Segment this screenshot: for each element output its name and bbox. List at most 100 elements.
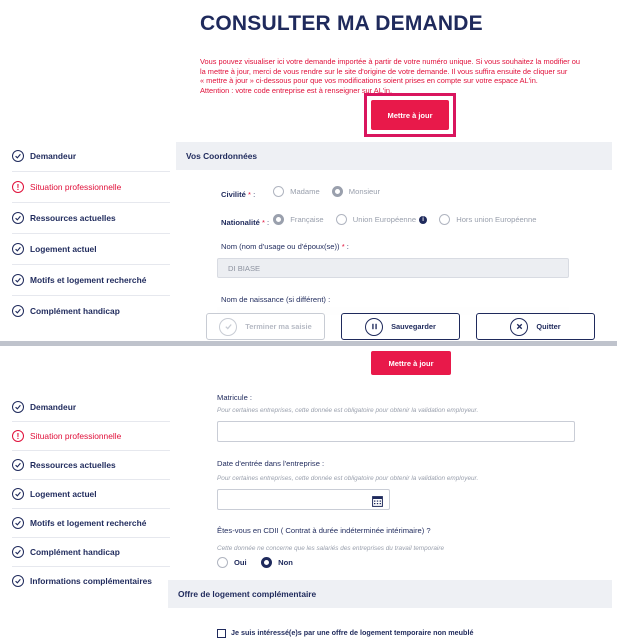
sidebar-item-ressources[interactable]: Ressources actuelles bbox=[12, 210, 170, 226]
radio-madame[interactable]: Madame bbox=[273, 186, 320, 197]
check-icon bbox=[12, 305, 24, 317]
matricule-input[interactable] bbox=[217, 421, 575, 442]
section-title: Offre de logement complémentaire bbox=[178, 589, 317, 599]
divider bbox=[12, 479, 170, 480]
nationalite-label: Nationalité bbox=[221, 218, 260, 227]
radio-union-europeenne[interactable]: Union Européenne i bbox=[335, 214, 428, 225]
checkbox-row[interactable]: Je suis intéressé(e)s par une offre de l… bbox=[217, 628, 473, 638]
check-icon bbox=[219, 317, 238, 336]
sidebar-item-informations[interactable]: Informations complémentaires bbox=[12, 574, 170, 588]
sidebar-item-handicap[interactable]: Complément handicap bbox=[12, 303, 170, 319]
divider bbox=[12, 537, 170, 538]
check-icon bbox=[12, 212, 24, 224]
nom-label: Nom (nom d'usage ou d'époux(se)) bbox=[221, 242, 340, 251]
radio-dot bbox=[273, 186, 285, 197]
sidebar-item-label: Motifs et logement recherché bbox=[30, 275, 147, 285]
sidebar-item-logement[interactable]: Logement actuel bbox=[12, 241, 170, 257]
civilite-label: Civilité bbox=[221, 190, 246, 199]
date-input[interactable] bbox=[217, 489, 390, 510]
alert-icon: ! bbox=[12, 430, 24, 442]
divider bbox=[12, 450, 170, 451]
cdii-radios: Oui Non bbox=[217, 555, 303, 573]
radio-dot bbox=[261, 557, 273, 568]
update-button-highlight: Mettre à jour bbox=[364, 93, 456, 137]
screenshot-divider bbox=[0, 341, 617, 346]
divider bbox=[12, 171, 170, 172]
check-icon bbox=[12, 243, 24, 255]
quitter-label: Quitter bbox=[536, 322, 561, 331]
sidebar-item-motifs[interactable]: Motifs et logement recherché bbox=[12, 272, 170, 288]
terminer-button[interactable]: Terminer ma saisie bbox=[206, 313, 325, 340]
intro-line: la mettre à jour, merci de vous rendre s… bbox=[200, 66, 568, 76]
info-icon[interactable]: i bbox=[419, 215, 428, 224]
calendar-icon[interactable] bbox=[372, 494, 383, 512]
intro-text: Vous pouvez visualiser ici votre demande… bbox=[200, 57, 612, 95]
sauvegarder-label: Sauvegarder bbox=[391, 322, 436, 331]
check-icon bbox=[12, 274, 24, 286]
pause-icon bbox=[365, 317, 384, 336]
sidebar-item-label: Logement actuel bbox=[30, 489, 97, 499]
section-coordonnees: Vos Coordonnées bbox=[176, 142, 612, 170]
check-icon bbox=[12, 150, 24, 162]
sidebar-item-label: Situation professionnelle bbox=[30, 431, 122, 441]
checkbox-label: Je suis intéressé(e)s par une offre de l… bbox=[231, 628, 474, 637]
divider bbox=[12, 264, 170, 265]
sidebar-item-situation[interactable]: ! Situation professionnelle bbox=[12, 429, 170, 443]
check-icon bbox=[12, 575, 24, 587]
divider bbox=[12, 233, 170, 234]
alert-icon: ! bbox=[12, 181, 24, 193]
radio-non[interactable]: Non bbox=[261, 557, 293, 568]
date-hint: Pour certaines entreprises, cette donnée… bbox=[217, 475, 479, 482]
sidebar-item-label: Logement actuel bbox=[30, 244, 97, 254]
check-icon bbox=[12, 517, 24, 529]
sidebar-item-label: Complément handicap bbox=[30, 306, 120, 316]
sidebar-item-label: Ressources actuelles bbox=[30, 460, 116, 470]
close-icon bbox=[510, 317, 529, 336]
sidebar-item-handicap[interactable]: Complément handicap bbox=[12, 545, 170, 559]
sidebar-bottom: Demandeur ! Situation professionnelle Re… bbox=[12, 400, 170, 588]
sidebar-item-ressources[interactable]: Ressources actuelles bbox=[12, 458, 170, 472]
radio-label: Oui bbox=[234, 558, 247, 567]
radio-hors-union[interactable]: Hors union Européenne bbox=[439, 214, 536, 225]
naissance-label: Nom de naissance (si différent) : bbox=[221, 295, 331, 304]
sidebar-item-label: Demandeur bbox=[30, 151, 77, 161]
radio-label: Union Européenne bbox=[352, 215, 417, 224]
sidebar-item-demandeur[interactable]: Demandeur bbox=[12, 148, 170, 164]
nom-field[interactable]: DI BIASE bbox=[217, 258, 569, 278]
intro-line: « mettre à jour » ci-dessous pour que vo… bbox=[200, 76, 538, 86]
nationalite-row: Nationalité * : Française Union Européen… bbox=[221, 214, 537, 227]
radio-dot bbox=[439, 214, 451, 225]
update-button[interactable]: Mettre à jour bbox=[371, 100, 449, 130]
sidebar-item-label: Informations complémentaires bbox=[30, 576, 152, 586]
date-label: Date d'entrée dans l'entreprise : bbox=[217, 459, 325, 468]
radio-francaise[interactable]: Française bbox=[273, 214, 324, 225]
terminer-label: Terminer ma saisie bbox=[245, 322, 312, 331]
sidebar-top: Demandeur ! Situation professionnelle Re… bbox=[12, 148, 170, 319]
divider bbox=[12, 295, 170, 296]
radio-dot bbox=[335, 214, 347, 225]
sidebar-item-label: Complément handicap bbox=[30, 547, 120, 557]
radio-dot bbox=[217, 557, 228, 568]
nom-label-row: Nom (nom d'usage ou d'époux(se)) * : bbox=[221, 242, 349, 251]
sauvegarder-button[interactable]: Sauvegarder bbox=[341, 313, 460, 340]
cdii-label: Êtes-vous en CDII ( Contrat à durée indé… bbox=[217, 526, 431, 535]
quitter-button[interactable]: Quitter bbox=[476, 313, 595, 340]
radio-oui[interactable]: Oui bbox=[217, 557, 247, 568]
sidebar-item-demandeur[interactable]: Demandeur bbox=[12, 400, 170, 414]
radio-label: Non bbox=[278, 558, 293, 567]
sidebar-item-motifs[interactable]: Motifs et logement recherché bbox=[12, 516, 170, 530]
sidebar-item-label: Motifs et logement recherché bbox=[30, 518, 147, 528]
radio-label: Monsieur bbox=[348, 187, 381, 196]
divider bbox=[12, 566, 170, 567]
check-icon bbox=[12, 488, 24, 500]
matricule-hint: Pour certaines entreprises, cette donnée… bbox=[217, 407, 479, 414]
section-offre: Offre de logement complémentaire bbox=[168, 580, 612, 608]
checkbox[interactable] bbox=[217, 628, 226, 638]
sidebar-item-logement[interactable]: Logement actuel bbox=[12, 487, 170, 501]
update-button-2[interactable]: Mettre à jour bbox=[371, 351, 451, 375]
intro-line: Vous pouvez visualiser ici votre demande… bbox=[200, 57, 581, 66]
sidebar-item-label: Ressources actuelles bbox=[30, 213, 116, 223]
radio-monsieur[interactable]: Monsieur bbox=[331, 186, 381, 197]
sidebar-item-situation[interactable]: ! Situation professionnelle bbox=[12, 179, 170, 195]
section-title: Vos Coordonnées bbox=[186, 151, 258, 161]
